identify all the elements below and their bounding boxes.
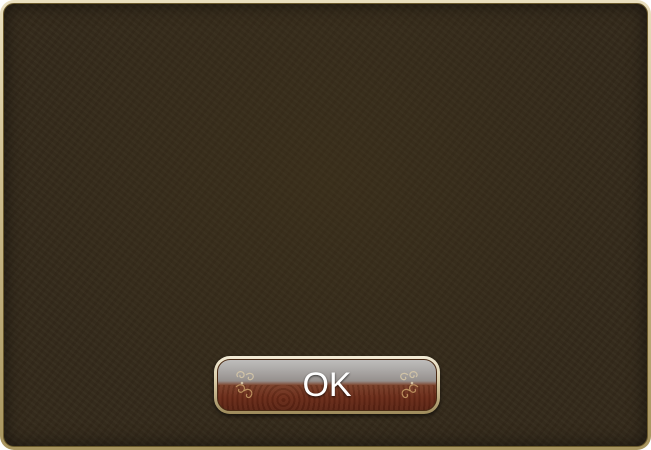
dialog-content-area bbox=[14, 14, 637, 366]
ok-button[interactable]: OK bbox=[214, 356, 440, 414]
flourish-ornament-icon bbox=[400, 371, 419, 399]
ok-button-face: OK bbox=[217, 359, 437, 411]
